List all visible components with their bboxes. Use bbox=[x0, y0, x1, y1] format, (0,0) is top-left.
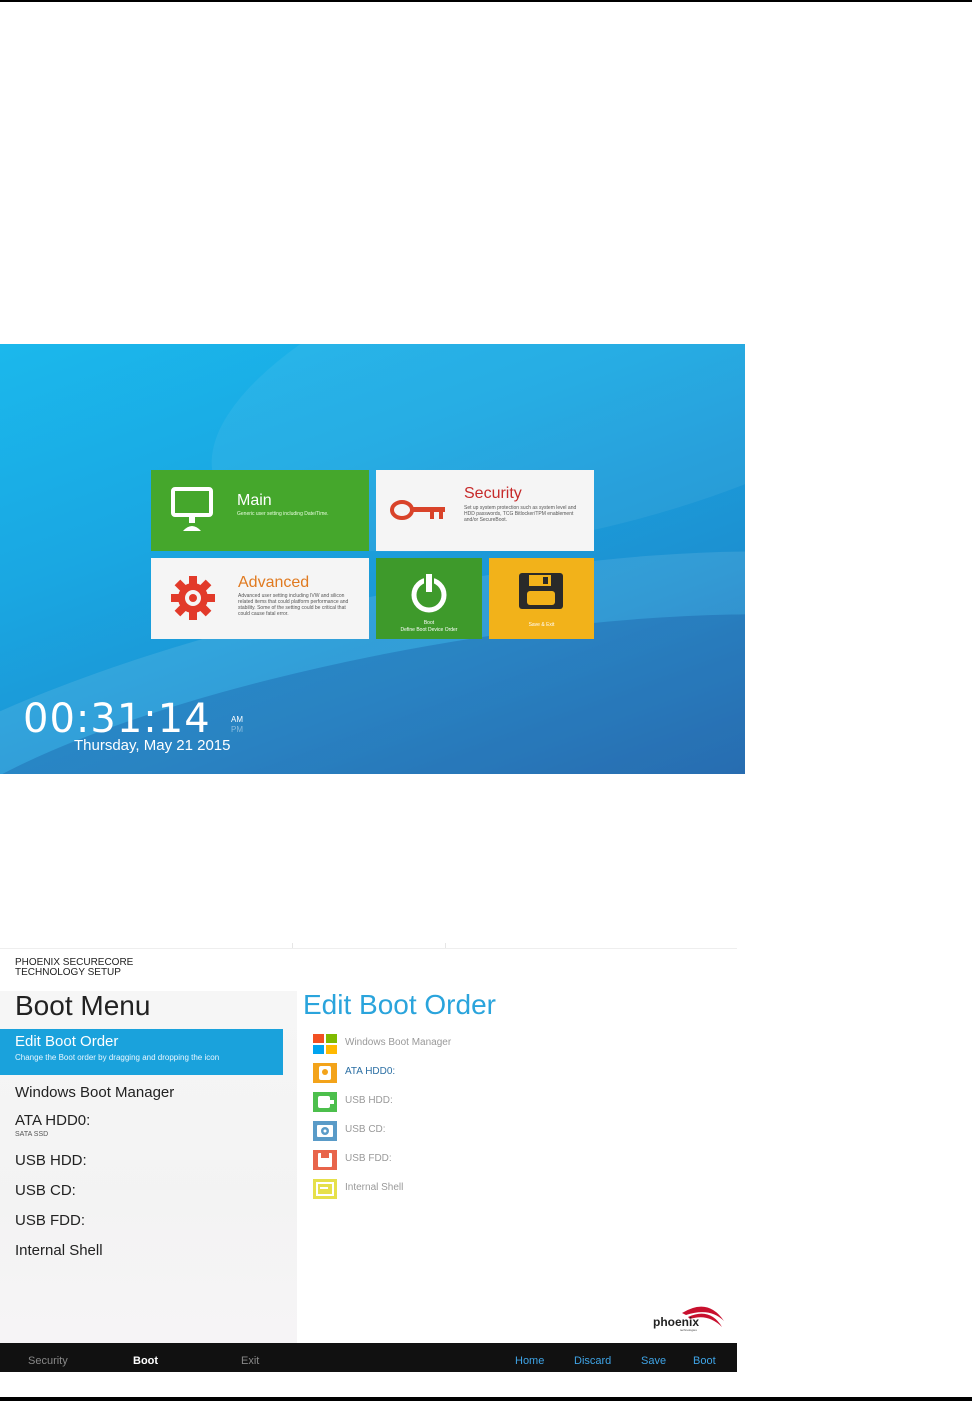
phoenix-logo-word: phoenix bbox=[653, 1315, 700, 1329]
boot-tile-title: Boot bbox=[423, 620, 435, 626]
save-button[interactable]: Save bbox=[641, 1355, 666, 1367]
bottom-rule bbox=[0, 1397, 972, 1401]
menu-item-windows-boot-manager[interactable]: Windows Boot Manager bbox=[15, 1084, 174, 1101]
floppy-disk-icon bbox=[519, 573, 563, 609]
menu-item-usb-fdd[interactable]: USB FDD: bbox=[15, 1212, 85, 1229]
top-rule bbox=[0, 0, 972, 2]
main-tile-title: Main bbox=[237, 492, 272, 509]
menu-item-edit-boot-order[interactable]: Edit Boot Order Change the Boot order by… bbox=[0, 1029, 283, 1075]
key-icon bbox=[390, 500, 445, 520]
boot-order-label: USB HDD: bbox=[345, 1095, 393, 1106]
main-tile[interactable]: Main Generic user setting including Date… bbox=[151, 470, 369, 551]
clock-date: Thursday, May 21 2015 bbox=[74, 737, 231, 754]
edit-boot-order-title: Edit Boot Order bbox=[303, 989, 496, 1020]
boot-tile[interactable]: Boot Define Boot Device Order bbox=[376, 558, 482, 639]
boot-tile-desc: Define Boot Device Order bbox=[400, 627, 458, 633]
phoenix-logo-sub: technologies bbox=[680, 1328, 697, 1332]
home-button[interactable]: Home bbox=[515, 1355, 544, 1367]
boot-order-label: Internal Shell bbox=[345, 1182, 404, 1193]
nav-boot[interactable]: Boot bbox=[133, 1355, 158, 1367]
nav-exit[interactable]: Exit bbox=[241, 1355, 259, 1367]
boot-order-label: ATA HDD0: bbox=[345, 1066, 396, 1077]
monitor-icon bbox=[171, 487, 213, 531]
power-icon bbox=[411, 573, 447, 613]
main-tile-desc: Generic user setting including Date/Time… bbox=[237, 511, 329, 517]
advanced-tile-desc: Advanced user setting including IVW and … bbox=[238, 593, 349, 617]
discard-button[interactable]: Discard bbox=[574, 1355, 611, 1367]
am-label: AM bbox=[231, 715, 243, 724]
setup-home-screenshot: Main Generic user setting including Date… bbox=[0, 344, 745, 774]
bottom-nav-bar: Security Boot Exit Home Discard Save Boo… bbox=[0, 1343, 737, 1372]
save-exit-tile[interactable]: Save & Exit bbox=[489, 558, 594, 639]
phoenix-logo: phoenix technologies bbox=[650, 1303, 730, 1333]
security-tile[interactable]: Security Set up system protection such a… bbox=[376, 470, 594, 551]
am-pm-indicator: AM PM bbox=[231, 715, 243, 735]
boot-order-label: USB CD: bbox=[345, 1124, 386, 1135]
page-title: Boot Menu bbox=[15, 990, 151, 1021]
menu-item-ata-hdd0-sub: SATA SSD bbox=[15, 1131, 49, 1138]
menu-item-internal-shell[interactable]: Internal Shell bbox=[15, 1242, 103, 1259]
save-exit-tile-title: Save & Exit bbox=[528, 622, 555, 628]
security-tile-desc: Set up system protection such as system … bbox=[464, 505, 577, 523]
boot-order-label: USB FDD: bbox=[345, 1153, 392, 1164]
advanced-tile[interactable]: Advanced Advanced user setting including… bbox=[151, 558, 369, 639]
document-page: Main Generic user setting including Date… bbox=[0, 0, 972, 1403]
pm-label: PM bbox=[231, 725, 243, 734]
shell-icon bbox=[313, 1179, 337, 1199]
hdd-icon bbox=[313, 1063, 337, 1083]
menu-item-description: Change the Boot order by dragging and dr… bbox=[15, 1053, 220, 1062]
menu-item-usb-cd[interactable]: USB CD: bbox=[15, 1182, 76, 1199]
windows-icon bbox=[313, 1034, 337, 1054]
floppy-icon bbox=[313, 1150, 337, 1170]
boot-menu-screenshot: PHOENIX SECURECORE TECHNOLOGY SETUP Boot… bbox=[0, 943, 737, 1372]
security-tile-title: Security bbox=[464, 485, 522, 502]
menu-item-ata-hdd0[interactable]: ATA HDD0: bbox=[15, 1112, 90, 1129]
brand-text: PHOENIX SECURECORE TECHNOLOGY SETUP bbox=[15, 958, 133, 978]
menu-item-usb-hdd[interactable]: USB HDD: bbox=[15, 1152, 87, 1169]
brand-line-2: TECHNOLOGY SETUP bbox=[15, 967, 121, 978]
nav-security[interactable]: Security bbox=[28, 1355, 68, 1367]
boot-order-label: Windows Boot Manager bbox=[345, 1037, 452, 1048]
boot-button[interactable]: Boot bbox=[693, 1355, 716, 1367]
menu-item-label: Edit Boot Order bbox=[15, 1033, 119, 1050]
usb-hdd-icon bbox=[313, 1092, 337, 1112]
clock-time: 00:31:14 bbox=[23, 696, 211, 742]
cd-icon bbox=[313, 1121, 337, 1141]
advanced-tile-title: Advanced bbox=[238, 574, 310, 591]
gear-icon bbox=[171, 576, 215, 620]
